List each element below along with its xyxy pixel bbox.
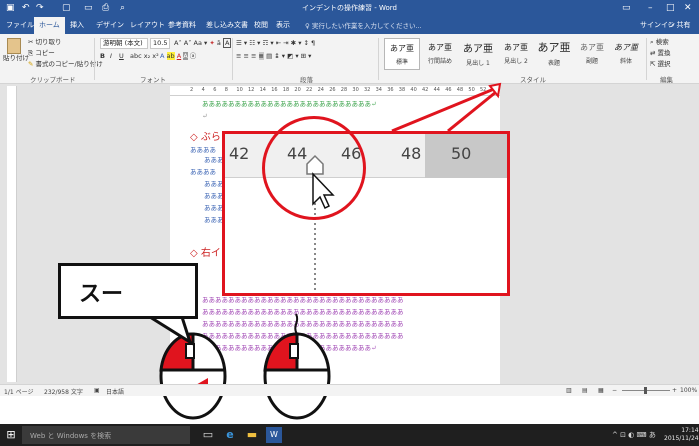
- proofing-icon[interactable]: ▣: [94, 387, 100, 394]
- callout-connector-line: [391, 87, 495, 133]
- edge-browser-icon[interactable]: e: [222, 427, 238, 443]
- web-layout-icon[interactable]: ▦: [598, 387, 604, 394]
- zoom-out-icon[interactable]: −: [612, 387, 617, 394]
- clock-time: 17:14: [681, 427, 699, 434]
- read-mode-icon[interactable]: ▥: [566, 387, 572, 394]
- bubble-text: スー: [79, 282, 124, 307]
- page-count[interactable]: 1/1 ページ: [4, 387, 33, 396]
- taskbar-clock[interactable]: 17:14 2015/11/24: [664, 427, 699, 443]
- language-status[interactable]: 日本語: [106, 387, 124, 396]
- zoom-level[interactable]: 100%: [680, 387, 697, 394]
- word-count[interactable]: 232/958 文字: [44, 387, 83, 396]
- mouse-left-icon: [159, 332, 227, 420]
- bubble-tail: [144, 315, 193, 346]
- taskbar: ⊞ Web と Windows を検索 ▭ e ▬ W ^ ⊡ ◐ ⌨ あ 17…: [0, 424, 699, 446]
- file-explorer-icon[interactable]: ▬: [244, 427, 260, 443]
- print-layout-icon[interactable]: ▤: [582, 387, 588, 394]
- mouse-right-icon: [263, 313, 331, 420]
- taskbar-search-box[interactable]: Web と Windows を検索: [22, 426, 190, 444]
- zoom-slider-thumb[interactable]: [644, 387, 647, 394]
- zoom-in-icon[interactable]: +: [672, 387, 677, 394]
- speech-bubble: スー: [58, 263, 198, 319]
- task-view-icon[interactable]: ▭: [200, 427, 216, 443]
- word-app-icon[interactable]: W: [266, 427, 282, 443]
- highlight-circle: [262, 116, 366, 220]
- windows-start-icon[interactable]: ⊞: [3, 427, 19, 443]
- clock-date: 2015/11/24: [664, 435, 699, 442]
- system-tray-icons[interactable]: ^ ⊡ ◐ ⌨ あ: [612, 430, 656, 440]
- status-bar: 1/1 ページ 232/958 文字 ▣ 日本語 ▥ ▤ ▦ − + 100%: [0, 384, 699, 396]
